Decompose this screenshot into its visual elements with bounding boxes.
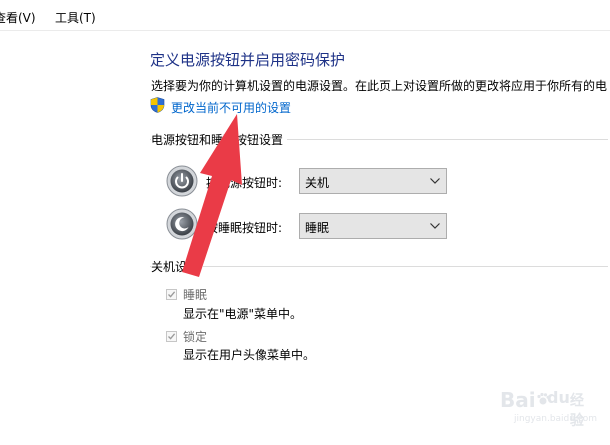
change-settings-link-label: 更改当前不可用的设置 — [171, 100, 292, 115]
shutdown-section-title: 关机设置 — [151, 258, 204, 275]
change-settings-link[interactable]: 更改当前不可用的设置 — [150, 97, 292, 117]
sleep-button-action-value: 睡眠 — [305, 221, 330, 235]
intro-text: 选择要为你的计算机设置的电源设置。在此页上对设置所做的更改将应用于你所有的电 — [151, 79, 608, 93]
menu-bar: 查看(V) 工具(T) — [0, 0, 610, 31]
section-divider — [150, 266, 608, 267]
sleep-checkbox[interactable] — [166, 289, 177, 300]
watermark-url: jingyan.baidu.com — [514, 414, 598, 424]
watermark-paw-text: du — [547, 388, 570, 407]
lock-checkbox[interactable] — [166, 331, 177, 342]
power-section-title: 电源按钮和睡眠按钮设置 — [151, 131, 288, 148]
lock-option-label: 锁定 — [183, 330, 208, 344]
sleep-option-label: 睡眠 — [183, 288, 208, 302]
watermark-text: 经验 — [570, 393, 584, 429]
baidu-watermark: Bai du 经验 jingyan.baidu.com — [500, 386, 598, 429]
power-button-icon — [166, 165, 198, 197]
sleep-button-icon — [166, 208, 198, 240]
lock-option-desc: 显示在用户头像菜单中。 — [183, 348, 316, 362]
watermark-logo: Bai — [500, 388, 536, 412]
page-title: 定义电源按钮并启用密码保护 — [150, 51, 346, 69]
power-button-label: 按电源按钮时: — [206, 176, 283, 190]
uac-shield-icon — [150, 97, 165, 117]
sleep-button-action-select[interactable]: 睡眠 — [299, 213, 447, 239]
sleep-option-desc: 显示在"电源"菜单中。 — [183, 307, 303, 321]
sleep-button-label: 按睡眠按钮时: — [206, 221, 283, 235]
menu-view[interactable]: 查看(V) — [0, 9, 36, 26]
power-button-action-select[interactable]: 关机 — [299, 168, 447, 194]
menu-tools[interactable]: 工具(T) — [55, 9, 96, 26]
power-button-action-value: 关机 — [305, 176, 330, 190]
